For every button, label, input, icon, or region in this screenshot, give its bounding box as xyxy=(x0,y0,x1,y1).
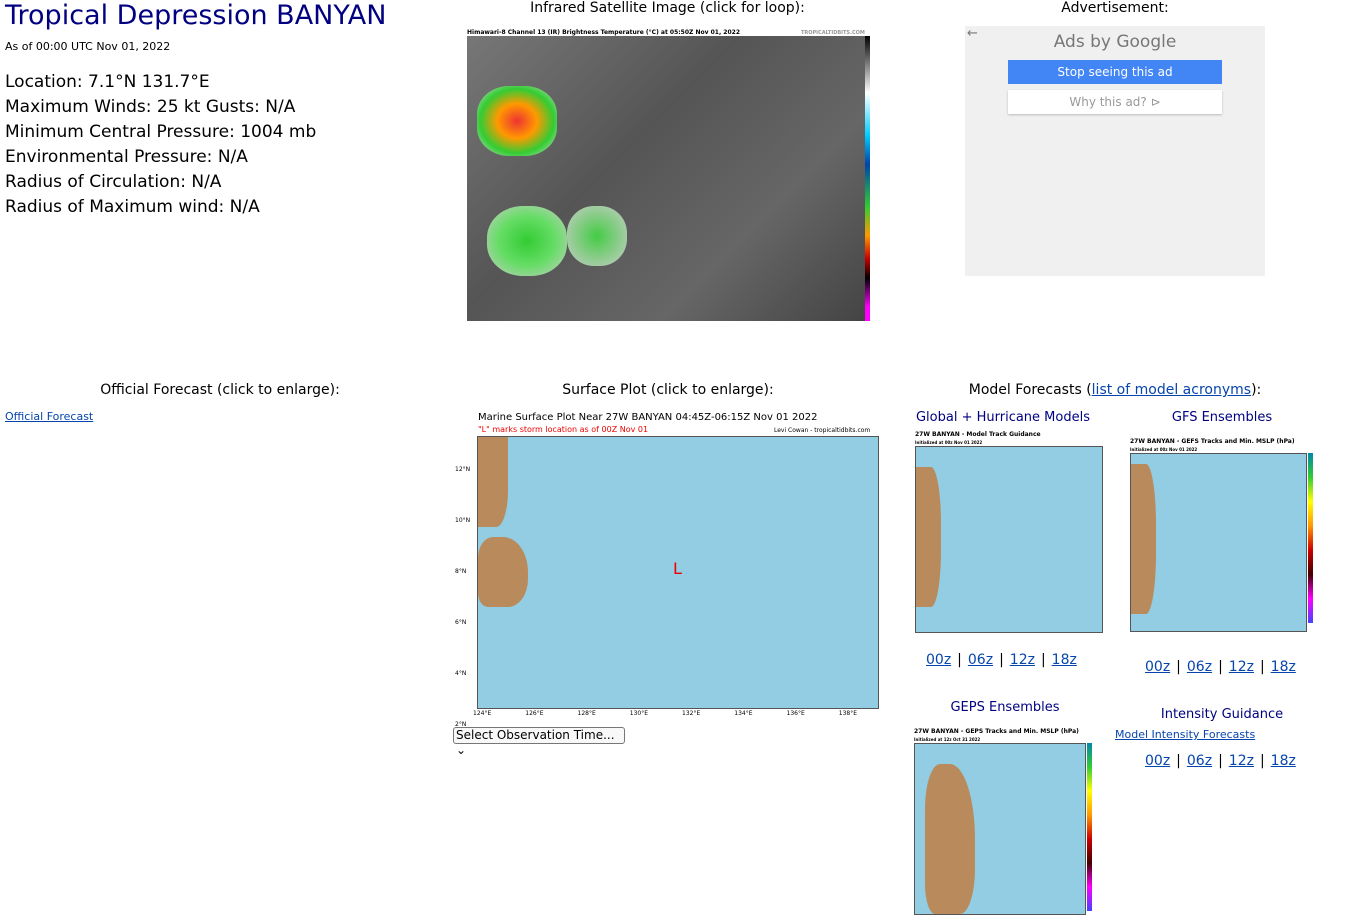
max-winds: Maximum Winds: 25 kt Gusts: N/A xyxy=(5,97,296,117)
surface-plot-image[interactable]: Marine Surface Plot Near 27W BANYAN 04:4… xyxy=(453,410,883,728)
colorbar xyxy=(865,36,870,321)
radius-circulation: Radius of Circulation: N/A xyxy=(5,172,222,192)
storm-location-marker: L xyxy=(673,559,682,578)
env-pressure: Environmental Pressure: N/A xyxy=(5,147,248,167)
surface-note: "L" marks storm location as of 00Z Nov 0… xyxy=(478,425,649,434)
satellite-heading: Infrared Satellite Image (click for loop… xyxy=(530,0,805,16)
ir-map xyxy=(467,36,865,321)
chevron-down-icon: ⌄ xyxy=(456,743,467,757)
page-title: Tropical Depression BANYAN xyxy=(5,0,387,31)
stop-seeing-ad-button[interactable]: Stop seeing this ad xyxy=(1008,60,1222,84)
surface-image-title: Marine Surface Plot Near 27W BANYAN 04:4… xyxy=(478,412,818,423)
global-run-links: 00z | 06z | 12z | 18z xyxy=(926,652,1077,668)
location: Location: 7.1°N 131.7°E xyxy=(5,72,210,92)
official-forecast-link[interactable]: Official Forecast xyxy=(5,410,93,423)
why-this-ad-button[interactable]: Why this ad? ⊳ xyxy=(1008,90,1222,114)
surface-credit: Levi Cowan - tropicaltidbits.com xyxy=(774,427,871,434)
official-heading: Official Forecast (click to enlarge): xyxy=(100,382,340,398)
gfs-run-links: 00z | 06z | 12z | 18z xyxy=(1145,659,1296,675)
satellite-image[interactable]: Himawari-8 Channel 13 (IR) Brightness Te… xyxy=(453,26,883,326)
ad-box: ← Ads by Google Stop seeing this ad Why … xyxy=(965,26,1265,276)
lat-labels: 12°N 10°N 8°N 6°N 4°N 2°N xyxy=(455,466,471,728)
intensity-run-links: 00z | 06z | 12z | 18z xyxy=(1145,753,1296,769)
models-heading: Model Forecasts (list of model acronyms)… xyxy=(968,382,1262,398)
global-models-heading: Global + Hurricane Models xyxy=(915,410,1090,425)
model-intensity-link[interactable]: Model Intensity Forecasts xyxy=(1115,728,1255,741)
observation-time-select[interactable]: Select Observation Time... ⌄ xyxy=(453,727,625,757)
as-of-timestamp: As of 00:00 UTC Nov 01, 2022 xyxy=(5,40,171,53)
intensity-guidance-heading: Intensity Guidance xyxy=(1160,707,1284,722)
global-models-image[interactable]: 27W BANYAN - Model Track Guidance Initia… xyxy=(912,428,1104,638)
ad-heading: Advertisement: xyxy=(1061,0,1169,16)
satellite-image-title: Himawari-8 Channel 13 (IR) Brightness Te… xyxy=(467,29,741,36)
lon-labels: 124°E 126°E 128°E 130°E 132°E 134°E 136°E 138°E xyxy=(473,710,857,717)
surface-heading: Surface Plot (click to enlarge): xyxy=(562,382,774,398)
ads-by-google: Ads by Google xyxy=(1053,32,1177,52)
geps-ensembles-heading: GEPS Ensembles xyxy=(950,700,1060,715)
radius-max-wind: Radius of Maximum wind: N/A xyxy=(5,197,260,217)
model-acronyms-link[interactable]: list of model acronyms xyxy=(1092,382,1251,398)
min-pressure: Minimum Central Pressure: 1004 mb xyxy=(5,122,317,142)
gfs-ensembles-image[interactable]: 27W BANYAN - GEFS Tracks and Min. MSLP (… xyxy=(1127,435,1317,640)
surface-map: L xyxy=(477,436,879,709)
gfs-ensembles-heading: GFS Ensembles xyxy=(1171,410,1273,425)
geps-ensembles-image[interactable]: 27W BANYAN - GEPS Tracks and Min. MSLP (… xyxy=(900,725,1105,920)
